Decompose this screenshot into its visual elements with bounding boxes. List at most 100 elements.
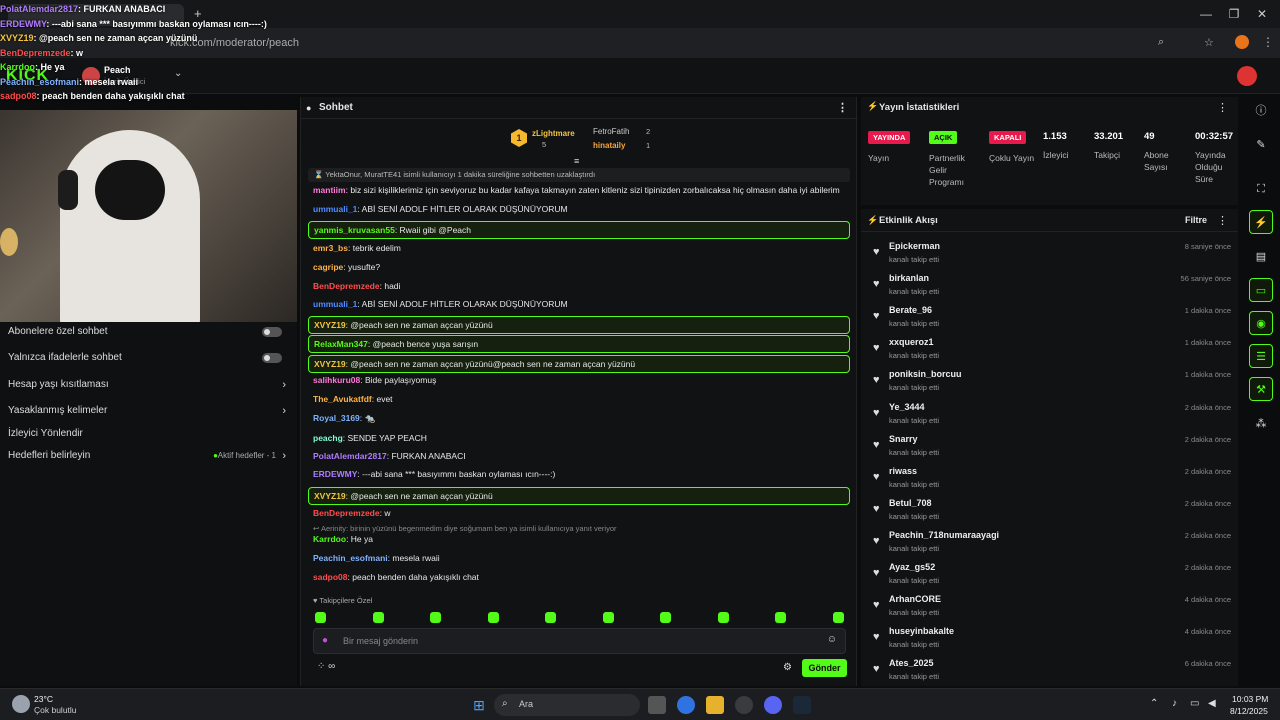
toggle-switch[interactable]: [262, 327, 282, 337]
info-icon[interactable]: ⓘ: [1249, 99, 1273, 123]
queue-icon[interactable]: ☰: [1249, 344, 1273, 368]
maximize-button[interactable]: ❐: [1224, 6, 1244, 22]
zoom-icon[interactable]: ⌕: [1158, 36, 1164, 49]
network-icon[interactable]: ▭: [1190, 698, 1199, 709]
top-gifter-3-name[interactable]: hinataily: [593, 141, 625, 150]
chat-username[interactable]: XVYZ19: [314, 359, 346, 369]
chat-input-box[interactable]: ● Bir mesaj gönderin ☺: [313, 628, 846, 654]
emote-icon[interactable]: [372, 612, 384, 623]
chat-username[interactable]: XVYZ19: [314, 491, 346, 501]
feed-username[interactable]: Ates_2025: [889, 658, 934, 668]
feed-username[interactable]: Betul_708: [889, 498, 932, 508]
chat-username[interactable]: peachg: [313, 433, 343, 443]
clock-date[interactable]: 8/12/2025: [1230, 706, 1268, 716]
stats-menu-icon[interactable]: ⋮: [1217, 101, 1228, 114]
settings-row[interactable]: İzleyici Yönlendir: [8, 424, 290, 444]
feed-item[interactable]: ♥ xxqueroz1 kanalı takip etti 1 dakika önce: [871, 336, 1231, 364]
feed-item[interactable]: ♥ ArhanCORE kanalı takip etti 4 dakika önce: [871, 593, 1231, 621]
chat-input-placeholder[interactable]: Bir mesaj gönderin: [343, 636, 418, 646]
feed-item[interactable]: ♥ Peachin_718numaraayagi kanalı takip etti…: [871, 529, 1231, 557]
gear-icon[interactable]: ⚙: [783, 662, 792, 673]
toggle-switch[interactable]: [262, 353, 282, 363]
weather-icon[interactable]: [12, 695, 30, 713]
feed-item[interactable]: ♥ Ates_2025 kanalı takip etti 6 dakika önce: [871, 657, 1231, 685]
top-gifter-1-name[interactable]: zLightmare: [532, 129, 575, 138]
chat-username[interactable]: yanmis_kruvasan55: [314, 225, 395, 235]
emote-icon[interactable]: [660, 612, 671, 623]
volume-icon[interactable]: ◀: [1208, 698, 1216, 709]
emote-icon[interactable]: [775, 612, 786, 623]
chat-username[interactable]: RelaxMan347: [314, 339, 368, 349]
edit-icon[interactable]: ✎: [1249, 133, 1273, 157]
feed-username[interactable]: Ye_3444: [889, 402, 925, 412]
minimize-button[interactable]: —: [1196, 6, 1216, 22]
feed-username[interactable]: huseyinbakalte: [889, 626, 954, 636]
file-explorer-icon[interactable]: [706, 696, 724, 714]
chat-username[interactable]: PolatAlemdar2817: [313, 451, 387, 461]
feed-item[interactable]: ♥ huseyinbakalte kanalı takip etti 4 dakika…: [871, 625, 1231, 653]
chat-username[interactable]: Karrdoo: [313, 534, 346, 544]
broadcast-icon[interactable]: ◉: [1249, 311, 1273, 335]
chat-username[interactable]: Royal_3169: [313, 413, 360, 423]
emote-icon[interactable]: [545, 612, 556, 623]
infinity-icon[interactable]: ⁘ ∞: [317, 661, 335, 672]
emote-icon[interactable]: [717, 612, 729, 623]
steam-icon[interactable]: [793, 696, 811, 714]
feed-username[interactable]: Berate_96: [889, 305, 932, 315]
feed-username[interactable]: birkanlan: [889, 273, 929, 283]
wrench-icon[interactable]: ⚒: [1249, 377, 1273, 401]
settings-row[interactable]: Abonelere özel sohbet: [8, 322, 290, 342]
clock-time[interactable]: 10:03 PM: [1232, 694, 1268, 704]
chat-username[interactable]: BenDepremzede: [313, 508, 380, 518]
browser-menu-icon[interactable]: ⋮: [1262, 35, 1274, 49]
settings-row[interactable]: Yalnızca ifadelerle sohbet: [8, 348, 290, 368]
feed-item[interactable]: ♥ poniksin_borcuu kanalı takip etti 1 dakik…: [871, 368, 1231, 396]
document-icon[interactable]: ▤: [1249, 245, 1273, 269]
feed-item[interactable]: ♥ Epickerman kanalı takip etti 8 saniye önc…: [871, 240, 1231, 268]
feed-item[interactable]: ♥ Betul_708 kanalı takip etti 2 dakika önce: [871, 497, 1231, 525]
chat-username[interactable]: XVYZ19: [314, 320, 346, 330]
chat-tool-icon[interactable]: ▭: [1249, 278, 1273, 302]
user-avatar[interactable]: [1237, 66, 1257, 86]
send-button[interactable]: Gönder: [802, 659, 847, 677]
feed-item[interactable]: ♥ Ye_3444 kanalı takip etti 2 dakika önce: [871, 401, 1231, 429]
emote-icon[interactable]: [315, 612, 326, 623]
share-icon[interactable]: ⁂: [1249, 412, 1273, 436]
emote-icon[interactable]: [832, 612, 844, 623]
chat-username[interactable]: The_Avukatfdf: [313, 394, 372, 404]
chat-username[interactable]: Peachin_esofmani: [313, 553, 388, 563]
feed-item[interactable]: ♥ riwass kanalı takip etti 2 dakika önce: [871, 465, 1231, 493]
feed-username[interactable]: ArhanCORE: [889, 594, 941, 604]
feed-username[interactable]: Epickerman: [889, 241, 940, 251]
feed-username[interactable]: Ayaz_gs52: [889, 562, 935, 572]
discord-icon[interactable]: [764, 696, 782, 714]
chat-username[interactable]: cagripe: [313, 262, 343, 272]
feed-item[interactable]: ♥ birkanlan kanalı takip etti 56 saniye önc…: [871, 272, 1231, 300]
feed-username[interactable]: xxqueroz1: [889, 337, 934, 347]
collapse-gifters-icon[interactable]: ≡: [574, 156, 579, 166]
close-button[interactable]: ✕: [1252, 6, 1272, 22]
feed-item[interactable]: ♥ Ayaz_gs52 kanalı takip etti 2 dakika önce: [871, 561, 1231, 589]
windows-start-icon[interactable]: ⊞: [470, 696, 488, 714]
expand-icon[interactable]: ⛶: [1249, 177, 1273, 201]
chrome-icon[interactable]: [677, 696, 695, 714]
microphone-icon[interactable]: ●: [322, 635, 328, 646]
emote-icon[interactable]: [602, 612, 614, 623]
chat-username[interactable]: BenDepremzede: [313, 281, 380, 291]
settings-row[interactable]: Hesap yaşı kısıtlaması ›: [8, 375, 290, 395]
mic-tray-icon[interactable]: ♪: [1172, 698, 1177, 709]
top-gifter-2-name[interactable]: FetroFatih: [593, 127, 629, 136]
lightning-tool-icon[interactable]: ⚡: [1249, 210, 1273, 234]
chat-username[interactable]: salihkuru08: [313, 375, 360, 385]
feed-item[interactable]: ♥ Berate_96 kanalı takip etti 1 dakika önce: [871, 304, 1231, 332]
chat-menu-icon[interactable]: ⋮: [837, 97, 848, 119]
chat-username[interactable]: sadpo08: [313, 572, 348, 582]
feed-filter-button[interactable]: Filtre: [1185, 215, 1207, 225]
feed-username[interactable]: riwass: [889, 466, 917, 476]
chat-username[interactable]: ummuali_1: [313, 204, 357, 214]
bookmark-star-icon[interactable]: ☆: [1204, 36, 1214, 49]
profile-avatar[interactable]: [1235, 35, 1249, 49]
emote-icon[interactable]: [430, 612, 441, 623]
settings-row[interactable]: Yasaklanmış kelimeler ›: [8, 401, 290, 421]
emoji-icon[interactable]: ☺: [827, 634, 837, 645]
